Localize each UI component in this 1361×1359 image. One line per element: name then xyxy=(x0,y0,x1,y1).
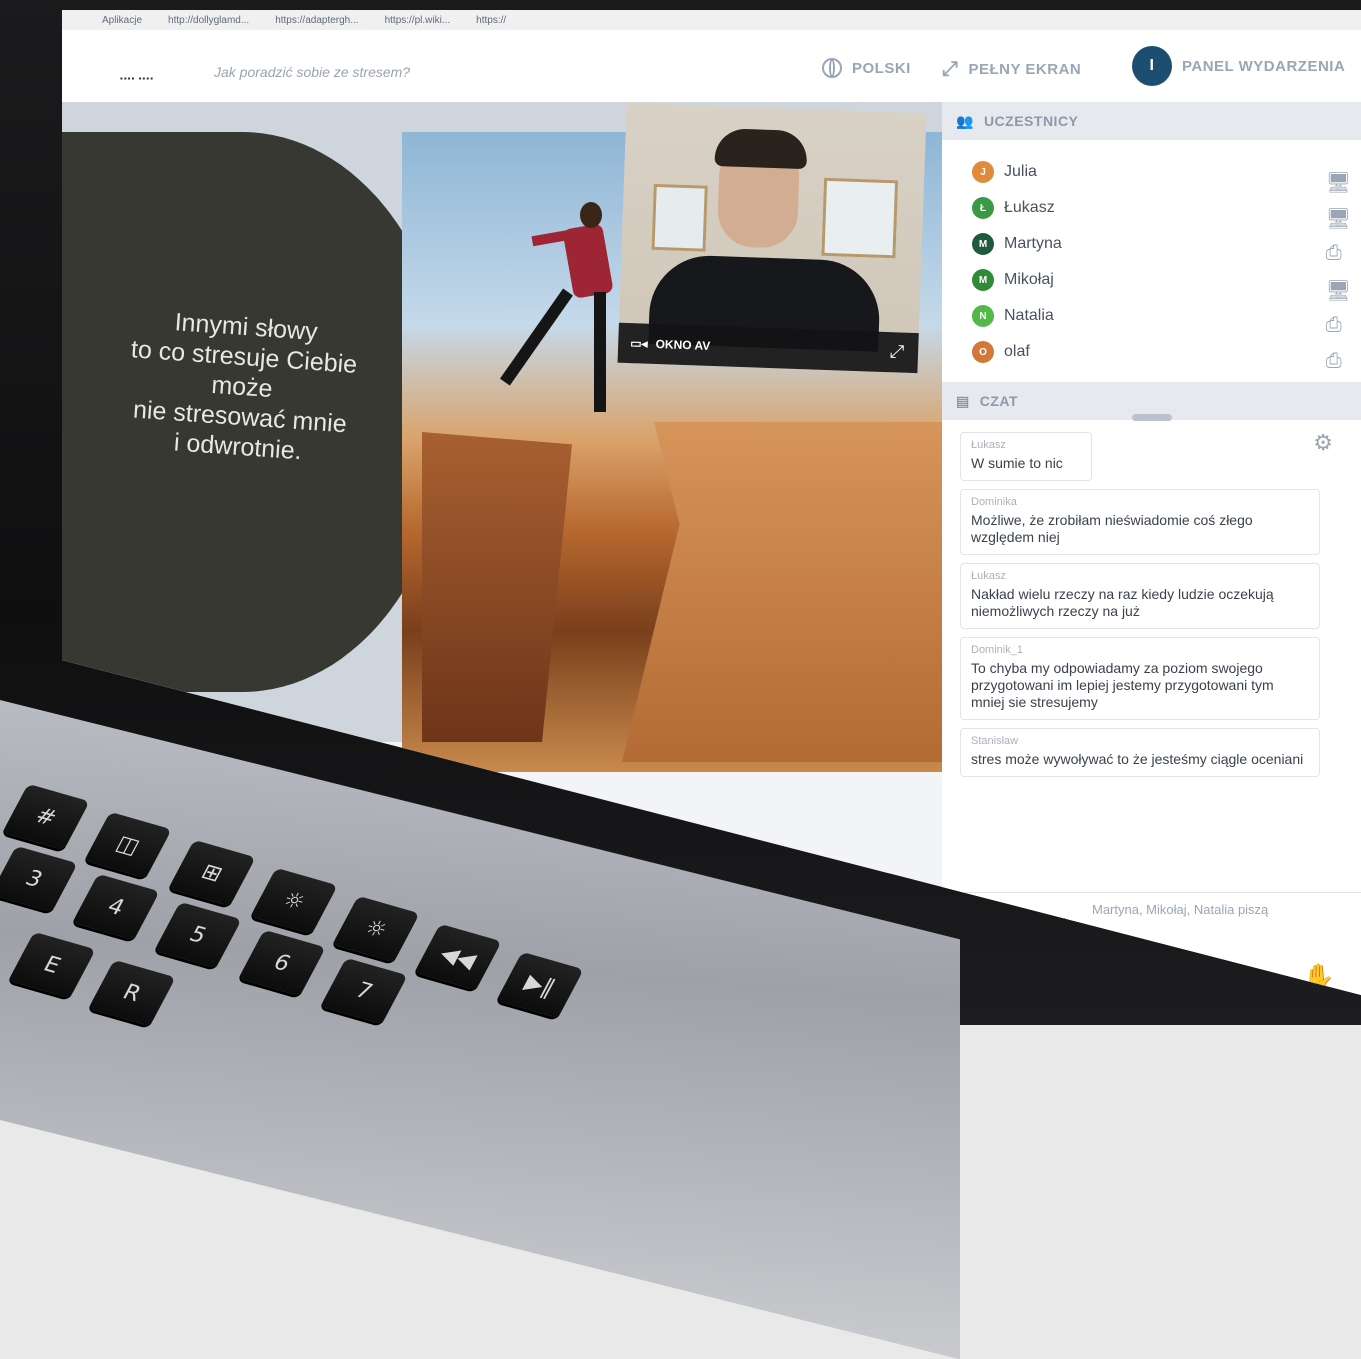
message-author: Łukasz xyxy=(971,439,1006,451)
participant-item[interactable]: M Martyna xyxy=(972,226,1062,262)
camera-icon: ▭◂ xyxy=(630,336,648,351)
video-window[interactable]: ▭◂ OKNO AV ⤢ xyxy=(617,102,927,374)
message-author: Stanisław xyxy=(971,735,1019,747)
event-panel-button[interactable]: I PANEL WYDARZENIA xyxy=(1132,46,1345,86)
monitor-icon: 🖥 xyxy=(1325,208,1351,230)
logo: ▪▪▪▪ ▪▪▪▪ xyxy=(120,74,154,83)
message-text: stres może wywoływać to że jesteśmy ciąg… xyxy=(971,751,1304,767)
chat-title: CZAT xyxy=(979,393,1019,409)
key-f4: ☼ xyxy=(250,867,338,935)
chat-icon: ▤ xyxy=(956,392,970,409)
participants-header: 👥 UCZESTNICY xyxy=(942,102,1361,140)
cliff-right xyxy=(622,422,942,762)
wall-picture xyxy=(651,183,708,252)
message-author: Dominik_1 xyxy=(971,644,1023,656)
message-text: W sumie to nic xyxy=(971,455,1063,471)
bookmark-item[interactable]: https://pl.wiki... xyxy=(385,15,451,26)
participant-list: J Julia Ł Łukasz M Martyna M Mikołaj N N… xyxy=(972,154,1062,370)
key-f3: ⊞ xyxy=(168,839,256,907)
bookmark-item[interactable]: https://adaptergh... xyxy=(275,15,358,26)
panel-avatar: I xyxy=(1132,46,1172,86)
avatar: J xyxy=(972,161,994,183)
key-6: 6 xyxy=(238,929,326,997)
chat-messages: Łukasz W sumie to nic Dominika Możliwe, … xyxy=(960,432,1320,785)
monitor-icon: 🖥 xyxy=(1325,280,1351,302)
users-icon: 👥 xyxy=(956,112,974,129)
video-label: OKNO AV xyxy=(655,337,711,353)
message-author: Dominika xyxy=(971,496,1017,508)
printer-icon: ⎙ xyxy=(1325,350,1342,372)
side-panel: 👥 UCZESTNICY J Julia Ł Łukasz M Martyna … xyxy=(942,102,1361,995)
participant-name: Natalia xyxy=(1004,307,1054,324)
key-f2: ◫ xyxy=(84,811,172,879)
chat-message: Łukasz W sumie to nic xyxy=(960,432,1092,481)
bookmark-item[interactable]: https:// xyxy=(476,15,506,26)
participant-name: Julia xyxy=(1004,163,1037,180)
panel-label: PANEL WYDARZENIA xyxy=(1182,57,1346,75)
message-text: Możliwe, że zrobiłam nieświadomie coś zł… xyxy=(971,512,1253,545)
message-text: Nakład wielu rzeczy na raz kiedy ludzie … xyxy=(971,586,1274,619)
key-5: 5 xyxy=(154,901,242,969)
key-4: 4 xyxy=(72,873,160,941)
participants-title: UCZESTNICY xyxy=(983,113,1079,129)
fullscreen-label: PEŁNY EKRAN xyxy=(968,61,1082,78)
language-button[interactable]: POLSKI xyxy=(822,58,911,78)
participant-name: Łukasz xyxy=(1004,199,1055,216)
participant-name: Mikołaj xyxy=(1004,271,1054,288)
wall-picture xyxy=(821,177,899,259)
message-author: Łukasz xyxy=(971,570,1006,582)
avatar: O xyxy=(972,341,994,363)
fullscreen-icon: ⤢ xyxy=(942,58,959,80)
chat-message: Dominik_1 To chyba my odpowiadamy za poz… xyxy=(960,637,1320,720)
participant-name: Martyna xyxy=(1004,235,1062,252)
resize-handle[interactable] xyxy=(1132,414,1172,421)
key-e: E xyxy=(8,931,96,999)
device-icons: 🖥 🖥 ⎙ 🖥 ⎙ ⎙ xyxy=(1326,170,1351,374)
participant-name: olaf xyxy=(1004,343,1030,360)
avatar: N xyxy=(972,305,994,327)
slide-text: Innymi słowy to co stresuje Ciebie może … xyxy=(97,302,387,471)
participant-item[interactable]: Ł Łukasz xyxy=(972,190,1062,226)
key-f5: ☼ xyxy=(332,895,420,963)
chat-message: Łukasz Nakład wielu rzeczy na raz kiedy … xyxy=(960,563,1320,629)
avatar: Ł xyxy=(972,197,994,219)
typing-indicator: Martyna, Mikołaj, Natalia piszą xyxy=(1092,902,1269,917)
participant-item[interactable]: M Mikołaj xyxy=(972,262,1062,298)
key-f7: ◀◀ xyxy=(414,923,502,991)
top-bar: ▪▪▪▪ ▪▪▪▪ Jak poradzić sobie ze stresem?… xyxy=(62,30,1361,102)
printer-icon: ⎙ xyxy=(1325,242,1342,264)
globe-icon xyxy=(822,58,842,78)
expand-icon[interactable]: ⤢ xyxy=(889,341,904,362)
key-r: R xyxy=(88,959,176,1027)
participant-item[interactable]: O olaf xyxy=(972,334,1062,370)
language-label: POLSKI xyxy=(852,59,911,77)
presenter-hair xyxy=(714,127,808,170)
avatar: M xyxy=(972,233,994,255)
bookmark-item[interactable]: Aplikacje xyxy=(102,15,142,26)
message-text: To chyba my odpowiadamy za poziom swojeg… xyxy=(971,660,1274,710)
event-topic: Jak poradzić sobie ze stresem? xyxy=(214,64,411,80)
participant-item[interactable]: J Julia xyxy=(972,154,1062,190)
participant-item[interactable]: N Natalia xyxy=(972,298,1062,334)
printer-icon: ⎙ xyxy=(1325,314,1342,336)
bookmark-item[interactable]: http://dollyglamd... xyxy=(168,15,249,26)
jumping-person xyxy=(499,202,622,432)
bookmarks-bar: Aplikacje http://dollyglamd... https://a… xyxy=(62,10,1361,30)
key-3: 3 xyxy=(0,845,78,913)
key-f1: # xyxy=(2,783,90,851)
key-f8: ▶‖ xyxy=(496,951,584,1019)
monitor-icon: 🖥 xyxy=(1325,172,1351,194)
key-7: 7 xyxy=(320,957,408,1025)
chat-message: Dominika Możliwe, że zrobiłam nieświadom… xyxy=(960,489,1320,555)
fullscreen-button[interactable]: ⤢ PEŁNY EKRAN xyxy=(942,58,1081,81)
avatar: M xyxy=(972,269,994,291)
chat-message: Stanisław stres może wywoływać to że jes… xyxy=(960,728,1320,777)
